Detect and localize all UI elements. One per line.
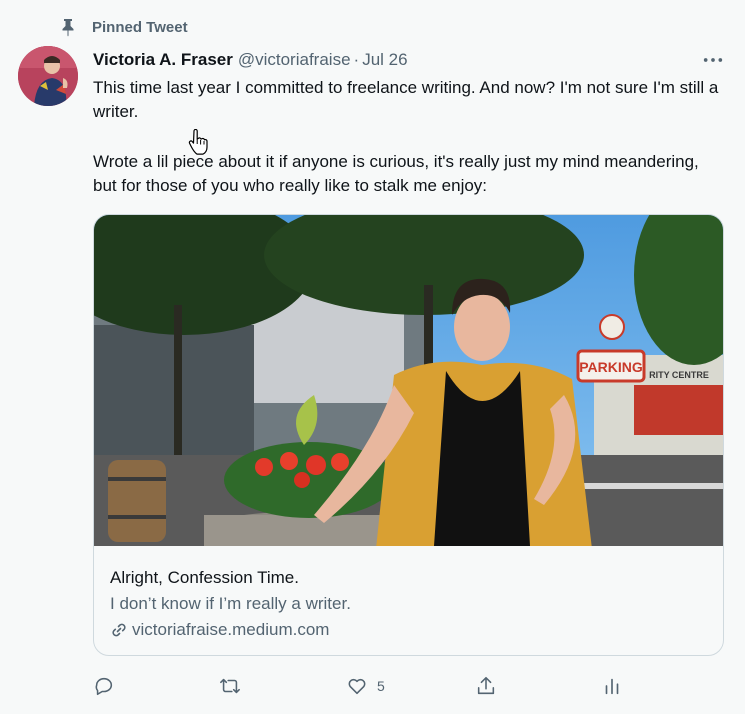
tweet-header: Victoria A. Fraser @victoriafraise · Jul…	[93, 48, 408, 72]
hand-cursor-icon	[188, 128, 208, 155]
card-title: Alright, Confession Time.	[110, 568, 299, 587]
parking-sign-text: PARKING	[579, 359, 643, 375]
tweet-actions: 5	[93, 672, 633, 700]
share-icon	[477, 676, 495, 695]
reply-button[interactable]	[93, 672, 115, 700]
card-description: I don’t know if I’m really a writer.	[110, 594, 351, 613]
retweet-button[interactable]	[219, 672, 241, 700]
centre-sign-text: RITY CENTRE	[649, 370, 709, 380]
link-card[interactable]: PARKING RITY CENTRE Alright, Confession …	[93, 214, 724, 656]
tweet[interactable]: Pinned Tweet Victoria A. Fraser @victori…	[0, 0, 745, 714]
author-name[interactable]: Victoria A. Fraser	[93, 50, 233, 70]
card-text: Alright, Confession Time. I don’t know i…	[110, 565, 710, 643]
pinned-label: Pinned Tweet	[92, 18, 188, 36]
more-icon	[703, 58, 723, 62]
analytics-icon	[605, 678, 619, 695]
like-button[interactable]: 5	[346, 672, 385, 700]
tweet-paragraph: Wrote a lil piece about it if anyone is …	[93, 152, 699, 195]
share-button[interactable]	[475, 672, 497, 700]
separator-dot: ·	[353, 50, 360, 69]
like-icon	[348, 678, 366, 695]
card-image: PARKING RITY CENTRE	[94, 215, 723, 546]
tweet-paragraph: This time last year I committed to freel…	[93, 78, 719, 121]
author-handle[interactable]: @victoriafraise	[238, 50, 351, 70]
pin-icon	[58, 17, 78, 37]
more-options-button[interactable]	[697, 46, 729, 74]
reply-icon	[95, 677, 113, 696]
like-count: 5	[377, 678, 385, 694]
card-domain-text: victoriafraise.medium.com	[132, 620, 330, 639]
retweet-icon	[220, 678, 240, 694]
card-domain: victoriafraise.medium.com	[110, 617, 710, 643]
pinned-indicator: Pinned Tweet	[58, 16, 188, 38]
tweet-date[interactable]: Jul 26	[362, 50, 407, 70]
avatar[interactable]	[18, 46, 78, 106]
link-icon	[110, 621, 128, 639]
analytics-button[interactable]	[601, 672, 623, 700]
